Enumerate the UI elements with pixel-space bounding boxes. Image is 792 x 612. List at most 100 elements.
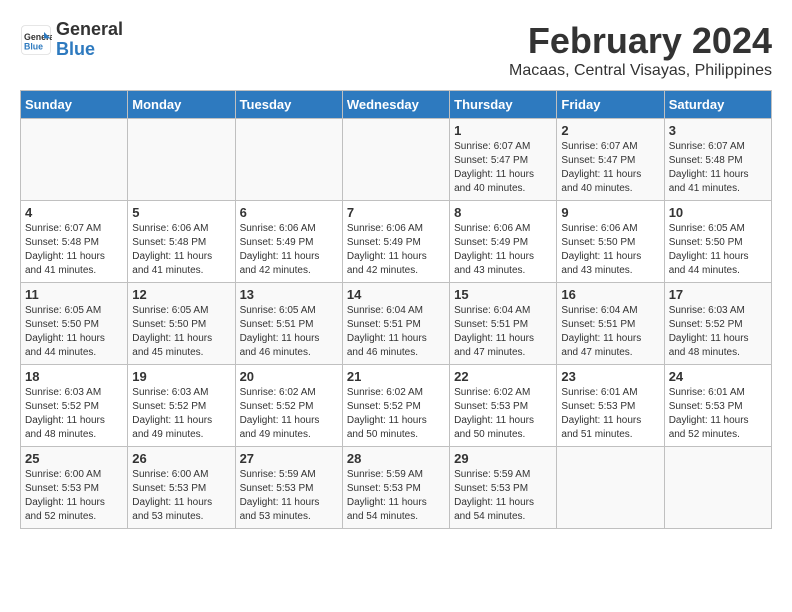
day-info: Sunrise: 6:02 AM Sunset: 5:53 PM Dayligh…	[454, 386, 552, 442]
day-number: 11	[25, 287, 123, 302]
calendar-cell: 7 Sunrise: 6:06 AM Sunset: 5:49 PM Daylig…	[342, 201, 449, 283]
week-row-2: 4 Sunrise: 6:07 AM Sunset: 5:48 PM Daylig…	[21, 201, 772, 283]
calendar-cell: 6 Sunrise: 6:06 AM Sunset: 5:49 PM Daylig…	[235, 201, 342, 283]
day-number: 2	[561, 123, 659, 138]
day-number: 22	[454, 369, 552, 384]
column-header-tuesday: Tuesday	[235, 91, 342, 119]
header: General Blue General Blue February 2024 …	[20, 20, 772, 80]
calendar-table: SundayMondayTuesdayWednesdayThursdayFrid…	[20, 90, 772, 529]
calendar-cell: 27Sunrise: 5:59 AM Sunset: 5:53 PM Dayli…	[235, 447, 342, 529]
column-header-friday: Friday	[557, 91, 664, 119]
calendar-cell: 4 Sunrise: 6:07 AM Sunset: 5:48 PM Daylig…	[21, 201, 128, 283]
calendar-header-row: SundayMondayTuesdayWednesdayThursdayFrid…	[21, 91, 772, 119]
day-info: Sunrise: 6:04 AM Sunset: 5:51 PM Dayligh…	[561, 304, 659, 360]
day-number: 29	[454, 451, 552, 466]
calendar-cell: 29 Sunrise: 5:59 AM Sunset: 5:53 PM Dayli…	[450, 447, 557, 529]
day-number: 16	[561, 287, 659, 302]
calendar-cell	[21, 119, 128, 201]
day-number: 19	[132, 369, 230, 384]
day-info: Sunrise: 6:00 AM Sunset: 5:53 PM Dayligh…	[132, 468, 230, 524]
calendar-cell	[664, 447, 771, 529]
calendar-cell	[128, 119, 235, 201]
day-info: Sunrise: 6:07 AM Sunset: 5:47 PM Dayligh…	[454, 140, 552, 196]
logo: General Blue General Blue	[20, 20, 123, 60]
day-number: 26	[132, 451, 230, 466]
day-info: Sunrise: 6:02 AM Sunset: 5:52 PM Dayligh…	[240, 386, 338, 442]
column-header-thursday: Thursday	[450, 91, 557, 119]
column-header-wednesday: Wednesday	[342, 91, 449, 119]
calendar-cell: 9Sunrise: 6:06 AM Sunset: 5:50 PM Daylig…	[557, 201, 664, 283]
day-info: Sunrise: 6:04 AM Sunset: 5:51 PM Dayligh…	[454, 304, 552, 360]
day-number: 21	[347, 369, 445, 384]
day-number: 5	[132, 205, 230, 220]
calendar-cell: 24 Sunrise: 6:01 AM Sunset: 5:53 PM Dayli…	[664, 365, 771, 447]
day-number: 10	[669, 205, 767, 220]
day-info: Sunrise: 6:07 AM Sunset: 5:48 PM Dayligh…	[669, 140, 767, 196]
day-info: Sunrise: 6:07 AM Sunset: 5:48 PM Dayligh…	[25, 222, 123, 278]
calendar-cell: 1 Sunrise: 6:07 AM Sunset: 5:47 PM Daylig…	[450, 119, 557, 201]
calendar-cell: 22 Sunrise: 6:02 AM Sunset: 5:53 PM Dayli…	[450, 365, 557, 447]
calendar-cell: 28 Sunrise: 5:59 AM Sunset: 5:53 PM Dayli…	[342, 447, 449, 529]
calendar-body: 1 Sunrise: 6:07 AM Sunset: 5:47 PM Daylig…	[21, 119, 772, 529]
calendar-cell: 16 Sunrise: 6:04 AM Sunset: 5:51 PM Dayli…	[557, 283, 664, 365]
day-number: 18	[25, 369, 123, 384]
day-number: 28	[347, 451, 445, 466]
day-info: Sunrise: 6:07 AM Sunset: 5:47 PM Dayligh…	[561, 140, 659, 196]
title-section: February 2024 Macaas, Central Visayas, P…	[509, 20, 772, 80]
day-info: Sunrise: 6:05 AM Sunset: 5:50 PM Dayligh…	[132, 304, 230, 360]
week-row-1: 1 Sunrise: 6:07 AM Sunset: 5:47 PM Daylig…	[21, 119, 772, 201]
logo-general: General	[56, 19, 123, 39]
day-info: Sunrise: 5:59 AM Sunset: 5:53 PM Dayligh…	[454, 468, 552, 524]
day-number: 25	[25, 451, 123, 466]
subtitle: Macaas, Central Visayas, Philippines	[509, 62, 772, 80]
day-info: Sunrise: 5:59 AM Sunset: 5:53 PM Dayligh…	[347, 468, 445, 524]
calendar-cell: 2 Sunrise: 6:07 AM Sunset: 5:47 PM Daylig…	[557, 119, 664, 201]
day-number: 8	[454, 205, 552, 220]
column-header-sunday: Sunday	[21, 91, 128, 119]
day-number: 12	[132, 287, 230, 302]
day-info: Sunrise: 6:06 AM Sunset: 5:49 PM Dayligh…	[347, 222, 445, 278]
logo-blue: Blue	[56, 39, 95, 59]
week-row-4: 18Sunrise: 6:03 AM Sunset: 5:52 PM Dayli…	[21, 365, 772, 447]
day-info: Sunrise: 6:05 AM Sunset: 5:50 PM Dayligh…	[669, 222, 767, 278]
day-number: 24	[669, 369, 767, 384]
day-info: Sunrise: 6:06 AM Sunset: 5:50 PM Dayligh…	[561, 222, 659, 278]
calendar-cell: 14 Sunrise: 6:04 AM Sunset: 5:51 PM Dayli…	[342, 283, 449, 365]
day-number: 17	[669, 287, 767, 302]
week-row-5: 25 Sunrise: 6:00 AM Sunset: 5:53 PM Dayli…	[21, 447, 772, 529]
calendar-cell: 11Sunrise: 6:05 AM Sunset: 5:50 PM Dayli…	[21, 283, 128, 365]
day-number: 6	[240, 205, 338, 220]
calendar-cell: 19Sunrise: 6:03 AM Sunset: 5:52 PM Dayli…	[128, 365, 235, 447]
day-number: 7	[347, 205, 445, 220]
calendar-cell: 13Sunrise: 6:05 AM Sunset: 5:51 PM Dayli…	[235, 283, 342, 365]
calendar-cell: 18Sunrise: 6:03 AM Sunset: 5:52 PM Dayli…	[21, 365, 128, 447]
day-info: Sunrise: 6:02 AM Sunset: 5:52 PM Dayligh…	[347, 386, 445, 442]
week-row-3: 11 Sunrise: 6:05 AM Sunset: 5:50 PM Dayli…	[21, 283, 772, 365]
day-info: Sunrise: 6:06 AM Sunset: 5:49 PM Dayligh…	[454, 222, 552, 278]
day-number: 20	[240, 369, 338, 384]
day-info: Sunrise: 6:01 AM Sunset: 5:53 PM Dayligh…	[561, 386, 659, 442]
calendar-cell: 8 Sunrise: 6:06 AM Sunset: 5:49 PM Daylig…	[450, 201, 557, 283]
day-info: Sunrise: 6:06 AM Sunset: 5:48 PM Dayligh…	[132, 222, 230, 278]
calendar-cell: 15Sunrise: 6:04 AM Sunset: 5:51 PM Dayli…	[450, 283, 557, 365]
calendar-cell: 23 Sunrise: 6:01 AM Sunset: 5:53 PM Dayli…	[557, 365, 664, 447]
calendar-cell: 12 Sunrise: 6:05 AM Sunset: 5:50 PM Dayli…	[128, 283, 235, 365]
calendar-cell: 10 Sunrise: 6:05 AM Sunset: 5:50 PM Dayli…	[664, 201, 771, 283]
day-number: 1	[454, 123, 552, 138]
day-number: 4	[25, 205, 123, 220]
calendar-cell	[235, 119, 342, 201]
calendar-cell: 3Sunrise: 6:07 AM Sunset: 5:48 PM Daylig…	[664, 119, 771, 201]
day-number: 14	[347, 287, 445, 302]
calendar-cell: 26 Sunrise: 6:00 AM Sunset: 5:53 PM Dayli…	[128, 447, 235, 529]
day-info: Sunrise: 6:04 AM Sunset: 5:51 PM Dayligh…	[347, 304, 445, 360]
day-info: Sunrise: 6:06 AM Sunset: 5:49 PM Dayligh…	[240, 222, 338, 278]
column-header-saturday: Saturday	[664, 91, 771, 119]
calendar-cell: 20 Sunrise: 6:02 AM Sunset: 5:52 PM Dayli…	[235, 365, 342, 447]
day-info: Sunrise: 6:01 AM Sunset: 5:53 PM Dayligh…	[669, 386, 767, 442]
svg-text:Blue: Blue	[24, 41, 43, 51]
day-info: Sunrise: 6:00 AM Sunset: 5:53 PM Dayligh…	[25, 468, 123, 524]
calendar-cell	[342, 119, 449, 201]
logo-icon: General Blue	[20, 24, 52, 56]
day-number: 23	[561, 369, 659, 384]
day-info: Sunrise: 6:05 AM Sunset: 5:51 PM Dayligh…	[240, 304, 338, 360]
